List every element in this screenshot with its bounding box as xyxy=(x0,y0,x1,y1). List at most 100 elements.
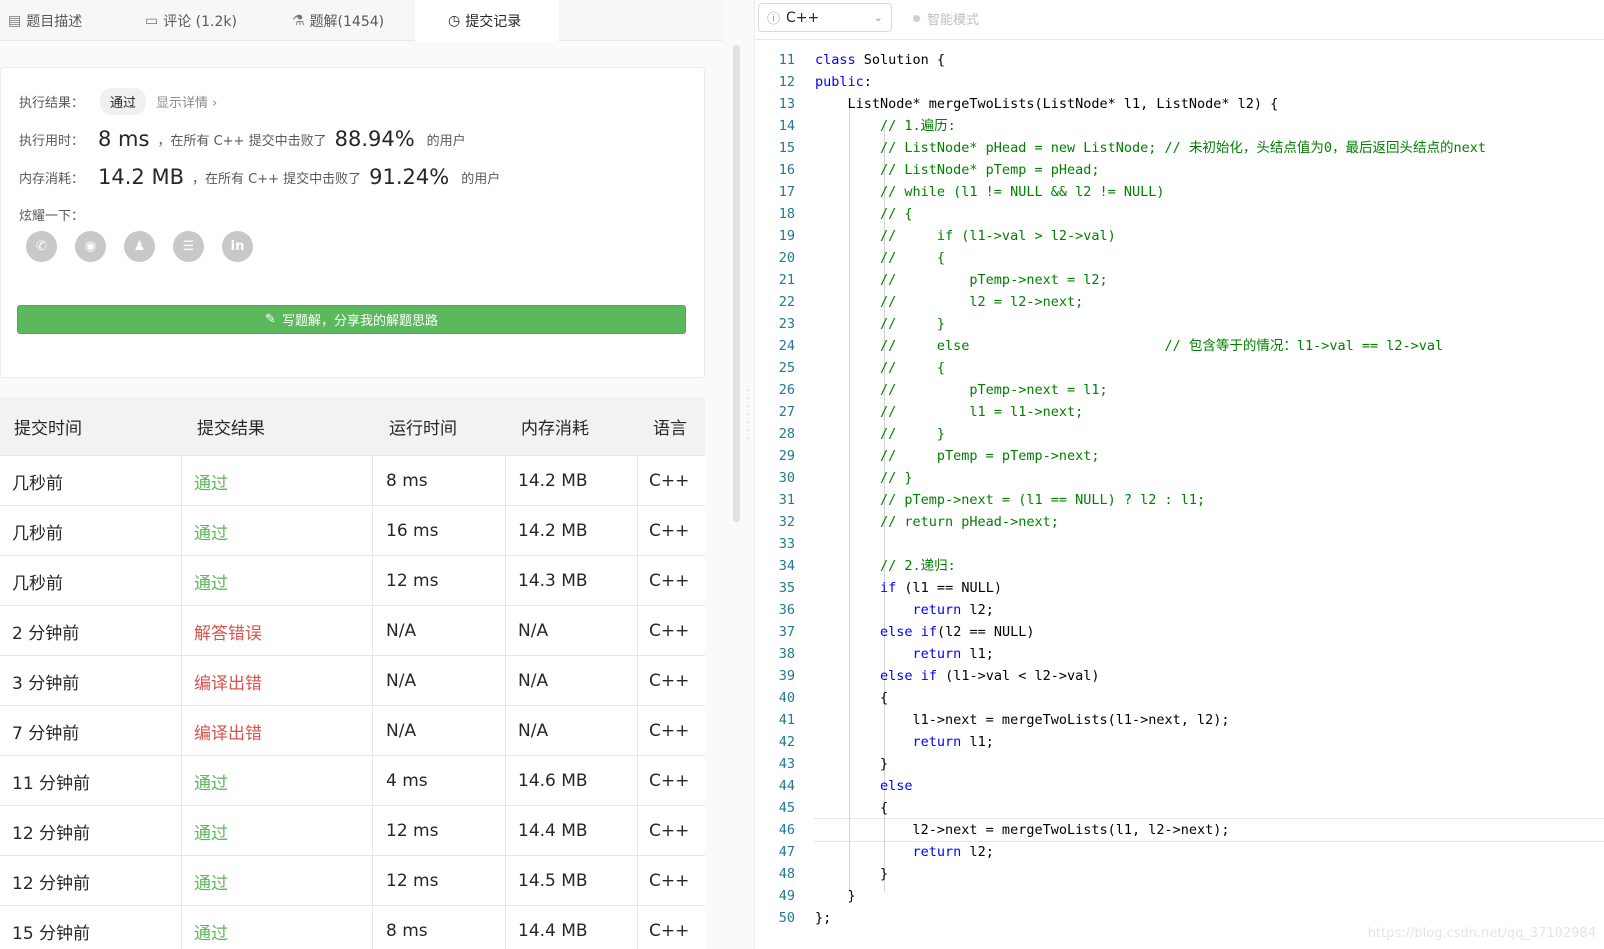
cell-runtime: N/A xyxy=(386,721,417,741)
cell-submit-result[interactable]: 通过 xyxy=(194,556,228,606)
cell-runtime: 8 ms xyxy=(386,921,428,941)
cell-submit-result[interactable]: 通过 xyxy=(194,456,228,506)
cell-memory: 14.2 MB xyxy=(518,521,588,541)
code-line: 43 } xyxy=(755,753,1604,775)
weibo-icon[interactable]: ◉ xyxy=(75,231,106,262)
tab-comments[interactable]: ▭ 评论 (1.2k) xyxy=(145,0,275,41)
show-details-link[interactable]: 显示详情 › xyxy=(156,92,217,111)
table-row: 12 分钟前 通过 12 ms 14.5 MB C++ xyxy=(0,856,705,906)
cell-submit-result[interactable]: 通过 xyxy=(194,906,228,949)
table-row: 几秒前 通过 16 ms 14.2 MB C++ xyxy=(0,506,705,556)
cell-submit-result[interactable]: 编译出错 xyxy=(194,656,262,706)
cell-submit-time: 几秒前 xyxy=(12,473,63,494)
line-number: 46 xyxy=(778,822,795,838)
line-number: 17 xyxy=(778,184,795,200)
exec-time-percent: 88.94% xyxy=(334,127,415,151)
code-line: 33 xyxy=(755,533,1604,555)
cell-submit-result[interactable]: 通过 xyxy=(194,506,228,556)
code-line: 17 // while (l1 != NULL && l2 != NULL) xyxy=(755,181,1604,203)
code-line: 40 { xyxy=(755,687,1604,709)
clock-icon: ◷ xyxy=(448,13,461,29)
code-line: 45 { xyxy=(755,797,1604,819)
douban-icon[interactable]: ☰ xyxy=(173,231,204,262)
memory-users: 的用户 xyxy=(461,171,501,187)
line-text: // else // 包含等于的情况：l1->val == l2->val xyxy=(815,338,1444,354)
line-number: 36 xyxy=(778,602,795,618)
line-text: // pTemp = pTemp->next; xyxy=(815,448,1100,464)
line-number: 43 xyxy=(778,756,795,772)
write-solution-button[interactable]: ✎ 写题解，分享我的解题思路 xyxy=(17,305,686,334)
language-select[interactable]: ⓘ C++ ⌄ xyxy=(758,3,892,32)
tab-submissions[interactable]: ◷ 提交记录 xyxy=(415,0,559,42)
left-scrollbar[interactable] xyxy=(733,45,740,522)
share-row: 炫耀一下： xyxy=(19,205,84,224)
line-text: ListNode* mergeTwoLists(ListNode* l1, Li… xyxy=(815,96,1279,112)
code-line: 14 // 1.遍历: xyxy=(755,115,1604,137)
table-row: 几秒前 通过 8 ms 14.2 MB C++ xyxy=(0,456,705,506)
cell-submit-result[interactable]: 编译出错 xyxy=(194,706,262,756)
code-line: 22 // l2 = l2->next; xyxy=(755,291,1604,313)
code-editor[interactable]: ⓘ C++ ⌄ 智能模式 11 class Solution {12 public:… xyxy=(755,0,1604,949)
cell-submit-result[interactable]: 解答错误 xyxy=(194,606,262,656)
cell-submit-time: 12 分钟前 xyxy=(12,873,91,894)
header-memory: 内存消耗 xyxy=(521,419,589,439)
code-line: 20 // { xyxy=(755,247,1604,269)
code-line: 25 // { xyxy=(755,357,1604,379)
header-language: 语言 xyxy=(653,419,687,439)
cell-runtime: 12 ms xyxy=(386,871,439,891)
linkedin-icon[interactable]: in xyxy=(222,231,253,262)
line-text: } xyxy=(815,888,856,904)
line-text: // ListNode* pHead = new ListNode; // 未初… xyxy=(815,140,1487,156)
wechat-icon[interactable]: ✆ xyxy=(26,231,57,262)
tab-solutions[interactable]: ⚗ 题解(1454) xyxy=(292,0,412,41)
code-line: 12 public: xyxy=(755,71,1604,93)
line-text: // } xyxy=(815,316,946,332)
chevron-down-icon: ⌄ xyxy=(873,11,883,24)
qq-icon[interactable]: ♟ xyxy=(124,231,155,262)
line-number: 50 xyxy=(778,910,795,926)
table-row: 几秒前 通过 12 ms 14.3 MB C++ xyxy=(0,556,705,606)
cell-memory: 14.4 MB xyxy=(518,821,588,841)
resize-handle[interactable]: · · · · · · · xyxy=(746,387,749,445)
tab-description[interactable]: ▤ 题目描述 xyxy=(8,0,120,41)
line-text: { xyxy=(815,800,889,816)
table-row: 15 分钟前 通过 8 ms 14.4 MB C++ xyxy=(0,906,705,949)
info-icon: ⓘ xyxy=(767,12,781,27)
code-line: 30 // } xyxy=(755,467,1604,489)
cell-submit-result[interactable]: 通过 xyxy=(194,806,228,856)
line-number: 12 xyxy=(778,74,795,90)
code-line: 21 // pTemp->next = l2; xyxy=(755,269,1604,291)
line-number: 33 xyxy=(778,536,795,552)
line-text: // } xyxy=(815,426,946,442)
code-line: 47 return l2; xyxy=(755,841,1604,863)
cell-runtime: N/A xyxy=(386,671,417,691)
header-submit-time: 提交时间 xyxy=(14,419,82,439)
line-number: 21 xyxy=(778,272,795,288)
cell-submit-time: 11 分钟前 xyxy=(12,773,91,794)
line-number: 27 xyxy=(778,404,795,420)
code-line: 18 // { xyxy=(755,203,1604,225)
cell-runtime: N/A xyxy=(386,621,417,641)
cell-submit-result[interactable]: 通过 xyxy=(194,856,228,906)
header-submit-result: 提交结果 xyxy=(197,419,265,439)
line-number: 40 xyxy=(778,690,795,706)
editor-top-border xyxy=(755,35,1604,40)
line-number: 20 xyxy=(778,250,795,266)
line-text: // while (l1 != NULL && l2 != NULL) xyxy=(815,184,1165,200)
line-number: 29 xyxy=(778,448,795,464)
line-text: } xyxy=(815,756,889,772)
cell-language: C++ xyxy=(649,571,690,591)
line-text: // l1 = l1->next; xyxy=(815,404,1084,420)
flask-icon: ⚗ xyxy=(292,12,305,29)
tab-solutions-label: 题解(1454) xyxy=(309,13,385,30)
line-number: 37 xyxy=(778,624,795,640)
table-row: 3 分钟前 编译出错 N/A N/A C++ xyxy=(0,656,705,706)
line-text: l1->next = mergeTwoLists(l1->next, l2); xyxy=(815,712,1230,728)
cell-submit-time: 2 分钟前 xyxy=(12,623,80,644)
line-text: if (l1 == NULL) xyxy=(880,580,1002,596)
line-text: return l1; xyxy=(912,734,994,750)
cell-submit-result[interactable]: 通过 xyxy=(194,756,228,806)
smart-mode-toggle[interactable]: 智能模式 xyxy=(913,9,979,28)
line-text: // { xyxy=(815,250,946,266)
cell-memory: 14.6 MB xyxy=(518,771,588,791)
